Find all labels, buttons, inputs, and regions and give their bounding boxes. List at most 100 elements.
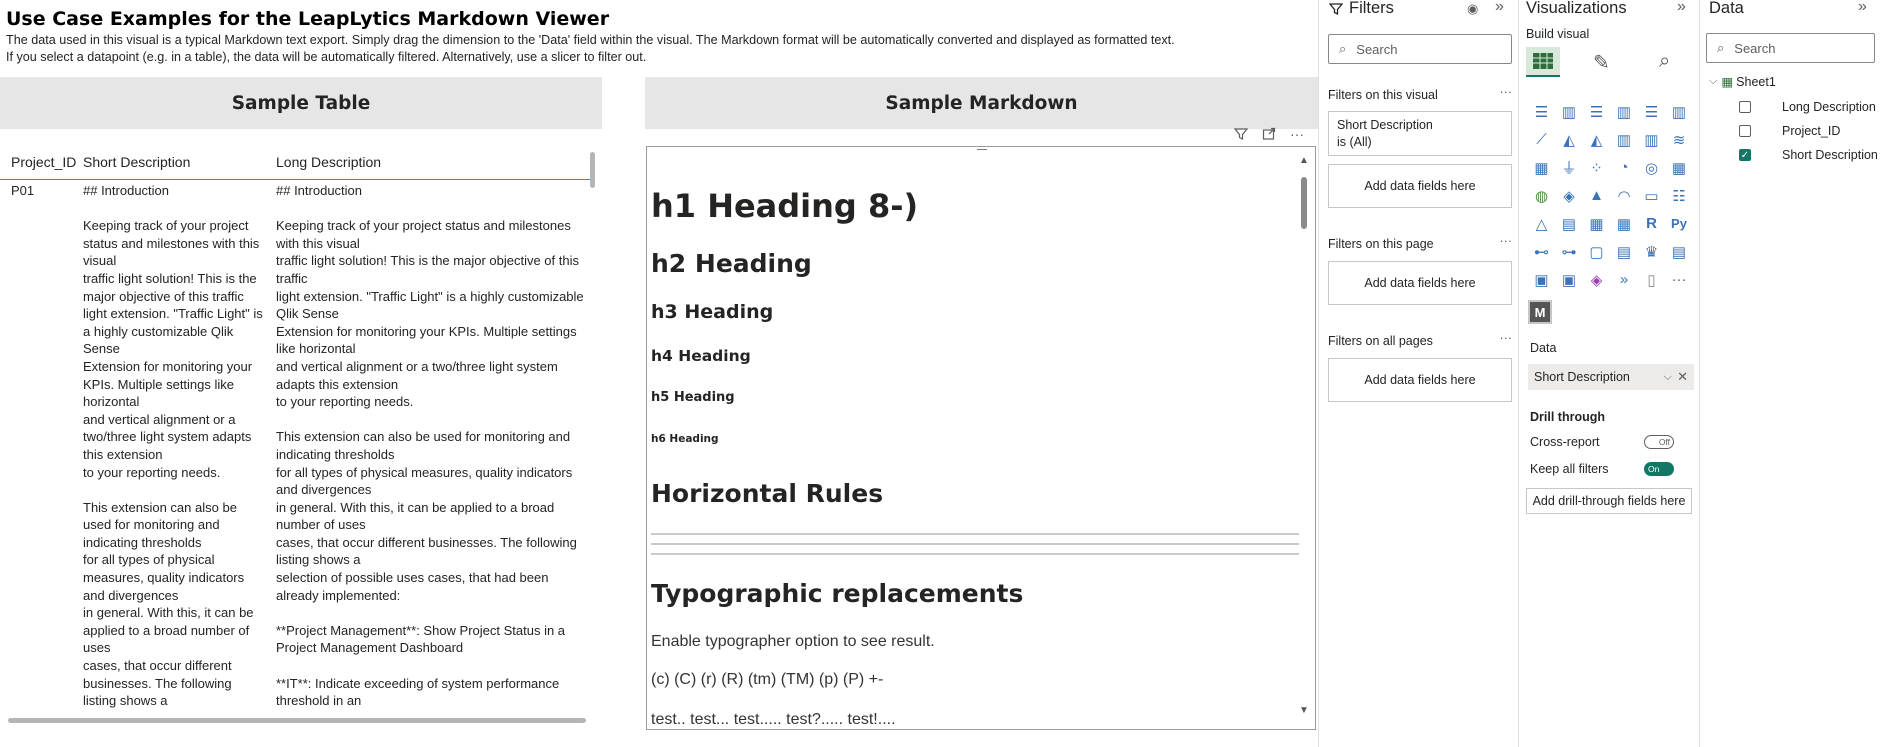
- table-icon[interactable]: ▦: [1585, 212, 1608, 235]
- donut-chart-icon[interactable]: ◎: [1640, 156, 1663, 179]
- 100-stacked-bar-chart-icon[interactable]: ☰: [1640, 100, 1663, 123]
- card-icon[interactable]: ▭: [1640, 184, 1663, 207]
- line-stacked-column-icon[interactable]: ▥: [1640, 128, 1663, 151]
- table-horizontal-scrollbar[interactable]: [8, 718, 586, 723]
- eye-icon[interactable]: ◉: [1467, 1, 1478, 17]
- more-options-icon[interactable]: ···: [1500, 331, 1513, 345]
- custom-visual-icon[interactable]: ▯: [1640, 268, 1663, 291]
- python-visual-icon[interactable]: Py: [1668, 212, 1691, 235]
- matrix-icon[interactable]: ▦: [1613, 212, 1636, 235]
- collapse-pane-icon[interactable]: »: [1858, 0, 1867, 16]
- azure-map-icon[interactable]: ▲: [1585, 184, 1608, 207]
- filters-search-input[interactable]: ⌕ Search: [1328, 34, 1512, 64]
- clustered-column-chart-icon[interactable]: ▥: [1613, 100, 1636, 123]
- md-paragraph-symbols: (c) (C) (r) (R) (tm) (TM) (p) (P) +-: [651, 671, 884, 688]
- key-influencers-icon[interactable]: ⊷: [1530, 240, 1553, 263]
- more-options-icon[interactable]: ···: [1500, 234, 1513, 248]
- kpi-icon[interactable]: △: [1530, 212, 1553, 235]
- add-drill-through-dropzone[interactable]: Add drill-through fields here: [1526, 488, 1692, 514]
- power-automate-arrows-icon[interactable]: »: [1613, 268, 1636, 291]
- build-visual-tab[interactable]: [1526, 47, 1560, 77]
- gauge-icon[interactable]: ◠: [1613, 184, 1636, 207]
- column-header-project-id[interactable]: Project_ID: [11, 154, 76, 170]
- scatter-chart-icon[interactable]: ⁘: [1585, 156, 1608, 179]
- add-all-pages-filter-dropzone[interactable]: Add data fields here: [1328, 358, 1512, 402]
- md-heading-1: h1 Heading 8-): [651, 187, 919, 225]
- data-title: Data: [1709, 0, 1744, 17]
- power-apps-icon[interactable]: ▣: [1530, 268, 1553, 291]
- more-visuals-icon[interactable]: ···: [1668, 268, 1691, 291]
- scroll-up-arrow-icon[interactable]: ▲: [1299, 155, 1309, 166]
- pie-chart-icon[interactable]: ◔: [1613, 156, 1636, 179]
- waterfall-chart-icon[interactable]: ▦: [1530, 156, 1553, 179]
- collapse-pane-icon[interactable]: »: [1495, 0, 1504, 16]
- focus-mode-icon[interactable]: [1260, 125, 1278, 143]
- r-visual-icon[interactable]: R: [1640, 212, 1663, 235]
- markdown-viewer-visual-icon[interactable]: M: [1528, 300, 1552, 324]
- stacked-column-chart-icon[interactable]: ▥: [1558, 100, 1581, 123]
- add-page-filter-dropzone[interactable]: Add data fields here: [1328, 261, 1512, 305]
- format-visual-icon[interactable]: ✎: [1593, 50, 1610, 75]
- cross-report-toggle[interactable]: Off: [1644, 435, 1674, 449]
- field-long-description[interactable]: Long Description: [1739, 100, 1876, 114]
- slicer-icon[interactable]: ▤: [1558, 212, 1581, 235]
- data-search-input[interactable]: ⌕ Search: [1706, 33, 1875, 63]
- column-header-long-description[interactable]: Long Description: [276, 154, 381, 170]
- data-pane: Data » ⌕ Search ⌵ ▦ Sheet1 Long Descript…: [1700, 0, 1880, 747]
- powerbi-report-editor: Use Case Examples for the LeapLytics Mar…: [0, 0, 1880, 747]
- field-project-id[interactable]: Project_ID: [1739, 124, 1840, 138]
- area-chart-icon[interactable]: ◭: [1558, 128, 1581, 151]
- ribbon-chart-icon[interactable]: ≋: [1668, 128, 1691, 151]
- line-clustered-column-icon[interactable]: ▥: [1613, 128, 1636, 151]
- keep-all-filters-toggle[interactable]: On: [1644, 462, 1674, 476]
- stacked-bar-chart-icon[interactable]: ☰: [1530, 100, 1553, 123]
- table-vertical-scrollbar[interactable]: [590, 152, 595, 188]
- add-visual-filter-dropzone[interactable]: Add data fields here: [1328, 164, 1512, 208]
- stacked-area-chart-icon[interactable]: ◭: [1585, 128, 1608, 151]
- md-heading-2: h2 Heading: [651, 249, 812, 278]
- power-automate-icon[interactable]: ▣: [1558, 268, 1581, 291]
- collapse-pane-icon[interactable]: »: [1677, 0, 1686, 16]
- markdown-vertical-scrollbar[interactable]: [1301, 177, 1307, 229]
- clustered-bar-chart-icon[interactable]: ☰: [1585, 100, 1608, 123]
- markdown-visual[interactable]: h1 Heading 8-) h2 Heading h3 Heading h4 …: [646, 146, 1316, 730]
- 100-stacked-column-chart-icon[interactable]: ▥: [1668, 100, 1691, 123]
- visual-filter-card[interactable]: Short Description is (All): [1328, 111, 1512, 156]
- table-visual[interactable]: Project_ID Short Description Long Descri…: [0, 148, 600, 728]
- keep-all-filters-label: Keep all filters: [1530, 462, 1609, 476]
- qna-icon[interactable]: ▢: [1585, 240, 1608, 263]
- field-short-description[interactable]: ✓ Short Description: [1739, 148, 1878, 162]
- column-header-short-description[interactable]: Short Description: [83, 154, 190, 170]
- filled-map-icon[interactable]: ◈: [1558, 184, 1581, 207]
- multi-row-card-icon[interactable]: ☷: [1668, 184, 1691, 207]
- filter-icon[interactable]: [1232, 125, 1250, 143]
- analytics-icon[interactable]: ⌕: [1659, 50, 1670, 73]
- decomposition-tree-icon[interactable]: ⊶: [1558, 240, 1581, 263]
- goals-icon[interactable]: ♛: [1640, 240, 1663, 263]
- checkmark-icon[interactable]: ✓: [1739, 149, 1751, 161]
- paginated-report-icon[interactable]: ▤: [1668, 240, 1691, 263]
- drill-through-heading: Drill through: [1530, 410, 1605, 424]
- more-options-icon[interactable]: ···: [1500, 85, 1513, 99]
- table-node-sheet1[interactable]: ⌵ ▦ Sheet1: [1709, 74, 1776, 90]
- data-well-field[interactable]: Short Description ⌵ ✕: [1528, 364, 1694, 390]
- field-checkbox[interactable]: [1739, 125, 1751, 137]
- line-chart-icon[interactable]: ⟋: [1530, 128, 1553, 151]
- field-checkbox[interactable]: [1739, 101, 1751, 113]
- resize-handle-top[interactable]: [977, 147, 987, 150]
- close-icon[interactable]: ✕: [1677, 369, 1688, 385]
- treemap-icon[interactable]: ▦: [1668, 156, 1691, 179]
- funnel-icon[interactable]: ⏚: [1558, 156, 1581, 179]
- map-icon[interactable]: ◍: [1530, 184, 1553, 207]
- power-apps-diamond-icon[interactable]: ◈: [1585, 268, 1608, 291]
- scroll-down-arrow-icon[interactable]: ▼: [1299, 705, 1309, 716]
- chevron-down-icon[interactable]: ⌵: [1709, 75, 1717, 88]
- search-icon: ⌕: [1339, 41, 1347, 56]
- md-paragraph-ellipsis: test.. test... test..... test?..... test…: [651, 711, 896, 728]
- filter-icon: [1329, 2, 1343, 15]
- narrative-icon[interactable]: ▤: [1613, 240, 1636, 263]
- add-fields-label: Add data fields here: [1364, 179, 1476, 193]
- data-well-label: Data: [1530, 341, 1557, 355]
- chevron-down-icon[interactable]: ⌵: [1664, 371, 1672, 384]
- more-options-icon[interactable]: ···: [1288, 125, 1306, 143]
